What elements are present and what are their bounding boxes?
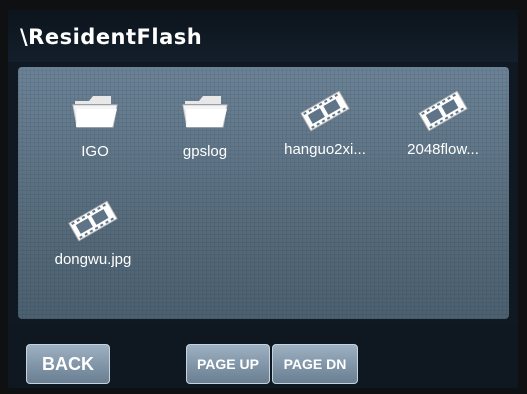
file-name: IGO [81, 143, 109, 160]
file-item-igo[interactable]: IGO [40, 89, 150, 169]
file-name: 2048flow... [407, 141, 479, 158]
current-path-title: \ResidentFlash [20, 25, 203, 49]
file-name: dongwu.jpg [54, 251, 132, 268]
folder-icon [182, 96, 228, 128]
file-list-panel: IGO gpslog hanguo2xi... 2048flow... dong… [18, 67, 509, 319]
file-browser-screen: \ResidentFlash IGO gpslog hanguo2xi... 2… [8, 10, 518, 388]
film-icon [68, 200, 118, 242]
film-icon [300, 90, 350, 132]
file-item-hanguo2xi[interactable]: hanguo2xi... [270, 87, 380, 167]
file-name: hanguo2xi... [284, 141, 366, 158]
page-up-button[interactable]: PAGE UP [186, 344, 270, 384]
file-item-dongwu[interactable]: dongwu.jpg [38, 197, 148, 277]
file-name: gpslog [182, 143, 228, 160]
file-item-gpslog[interactable]: gpslog [150, 89, 260, 169]
back-button[interactable]: BACK [26, 344, 110, 384]
folder-icon [72, 96, 118, 128]
film-icon [418, 90, 468, 132]
page-dn-button[interactable]: PAGE DN [272, 344, 358, 384]
file-item-2048flow[interactable]: 2048flow... [388, 87, 498, 167]
title-bar: \ResidentFlash [8, 10, 518, 62]
